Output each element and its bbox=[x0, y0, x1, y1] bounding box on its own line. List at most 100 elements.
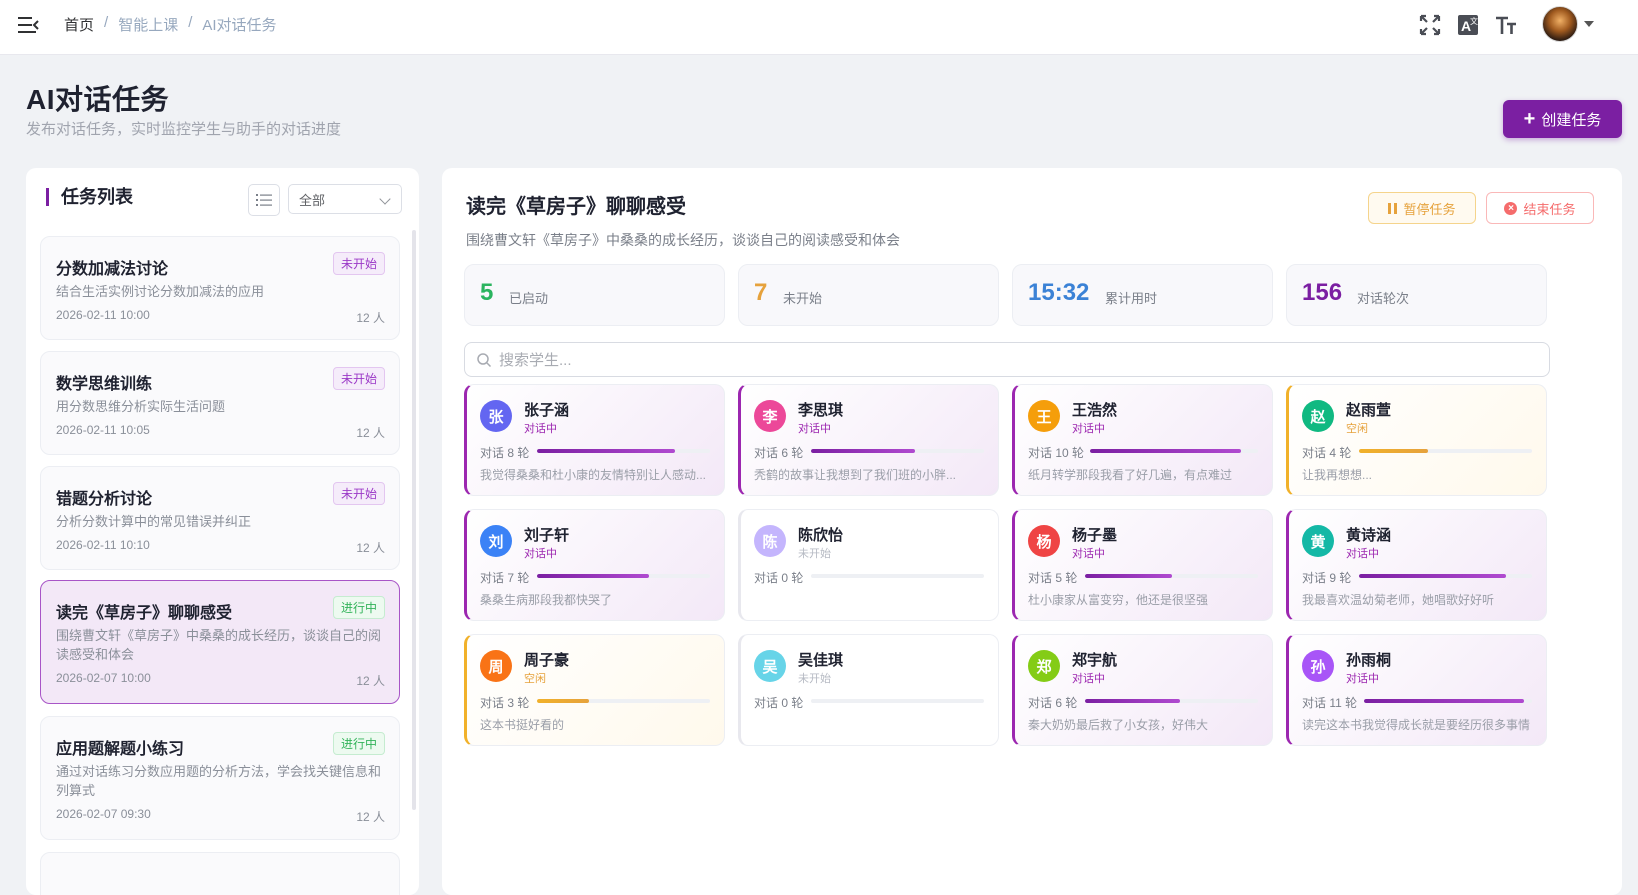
task-card[interactable]: 应用题解题小练习 进行中 通过对话练习分数应用题的分析方法，学会找关键信息和列算… bbox=[40, 716, 400, 840]
student-status: 对话中 bbox=[1346, 673, 1379, 685]
status-filter-select[interactable]: 全部 bbox=[288, 184, 402, 214]
student-rounds: 对话 5 轮 bbox=[1028, 571, 1078, 585]
student-rounds: 对话 0 轮 bbox=[754, 571, 804, 585]
student-card[interactable]: 张张子涵 对话中 对话 8 轮我觉得桑桑和杜小康的友情特别让人感动... bbox=[464, 384, 725, 496]
task-card[interactable] bbox=[40, 852, 400, 895]
student-avatar: 吴 bbox=[754, 650, 786, 682]
close-circle-icon: × bbox=[1504, 201, 1518, 215]
student-last-message: 我最喜欢温幼菊老师，她唱歌好好听 bbox=[1302, 593, 1495, 607]
student-progress-bar bbox=[1359, 574, 1532, 578]
student-card[interactable]: 刘刘子轩 对话中 对话 7 轮桑桑生病那段我都快哭了 bbox=[464, 509, 725, 621]
student-avatar: 孙 bbox=[1302, 650, 1334, 682]
font-size-icon[interactable] bbox=[1494, 13, 1518, 37]
student-name: 周子豪 bbox=[524, 652, 570, 669]
student-name: 杨子墨 bbox=[1072, 527, 1118, 544]
menu-fold-icon[interactable] bbox=[18, 15, 40, 35]
student-rounds: 对话 6 轮 bbox=[754, 446, 804, 460]
student-avatar: 杨 bbox=[1028, 525, 1060, 557]
student-progress-bar bbox=[1364, 699, 1532, 703]
student-avatar: 陈 bbox=[754, 525, 786, 557]
task-student-count: 12 人 bbox=[356, 674, 385, 688]
student-status: 对话中 bbox=[1072, 423, 1105, 435]
student-search-box[interactable] bbox=[464, 342, 1550, 377]
student-search-input[interactable] bbox=[499, 349, 1539, 371]
student-progress-bar bbox=[1359, 449, 1532, 453]
student-last-message: 秦大奶奶最后救了小女孩，好伟大 bbox=[1028, 718, 1209, 732]
pause-task-button[interactable]: 暂停任务 bbox=[1368, 192, 1476, 224]
student-name: 张子涵 bbox=[524, 402, 570, 419]
student-rounds: 对话 0 轮 bbox=[754, 696, 804, 710]
task-card[interactable]: 分数加减法讨论 未开始 结合生活实例讨论分数加减法的应用 2026-02-11 … bbox=[40, 236, 400, 340]
student-rounds: 对话 3 轮 bbox=[480, 696, 530, 710]
student-progress-bar bbox=[1085, 699, 1258, 703]
stat-value: 15:32 bbox=[1028, 279, 1090, 306]
student-last-message: 桑桑生病那段我都快哭了 bbox=[480, 593, 613, 607]
student-card[interactable]: 赵赵雨萱 空闲 对话 4 轮让我再想想... bbox=[1286, 384, 1547, 496]
breadcrumb-separator: / bbox=[188, 14, 193, 31]
fullscreen-icon[interactable] bbox=[1418, 13, 1442, 37]
student-progress-fill bbox=[537, 449, 676, 453]
student-status: 未开始 bbox=[798, 548, 831, 560]
student-card[interactable]: 杨杨子墨对话中对话 5 轮杜小康家从富变穷，他还是很坚强 bbox=[1012, 509, 1273, 621]
pause-icon bbox=[1388, 202, 1398, 214]
task-card-active[interactable]: 读完《草房子》聊聊感受 进行中 围绕曹文轩《草房子》中桑桑的成长经历，谈谈自己的… bbox=[40, 580, 400, 704]
student-status: 对话中 bbox=[524, 548, 557, 560]
stat-value: 7 bbox=[754, 279, 768, 306]
end-task-button[interactable]: × 结束任务 bbox=[1486, 192, 1594, 224]
task-date: 2026-02-07 10:00 bbox=[56, 671, 151, 685]
task-card[interactable]: 数学思维训练 未开始 用分数思维分析实际生活问题 2026-02-11 10:0… bbox=[40, 351, 400, 455]
student-card[interactable]: 周周子豪 空闲 对话 3 轮这本书挺好看的 bbox=[464, 634, 725, 746]
plus-icon: + bbox=[1523, 108, 1536, 130]
student-last-message: 杜小康家从富变穷，他还是很坚强 bbox=[1028, 593, 1209, 607]
page-title: AI对话任务 bbox=[26, 84, 170, 115]
student-name: 王浩然 bbox=[1072, 402, 1118, 419]
breadcrumb-section[interactable]: 智能上课 bbox=[118, 14, 178, 35]
task-detail-title: 读完《草房子》聊聊感受 bbox=[466, 196, 686, 218]
breadcrumb-home[interactable]: 首页 bbox=[64, 14, 94, 35]
pause-task-label: 暂停任务 bbox=[1403, 201, 1456, 217]
stat-card-started: 5 已启动 bbox=[464, 264, 725, 326]
student-status: 空闲 bbox=[1346, 423, 1368, 435]
student-card[interactable]: 孙孙雨桐 对话中 对话 11 轮读完这本书我觉得成长就是要经历很多事情 bbox=[1286, 634, 1547, 746]
stat-card-rounds: 156 对话轮次 bbox=[1286, 264, 1547, 326]
task-description: 通过对话练习分数应用题的分析方法，学会找关键信息和列算式 bbox=[56, 764, 382, 798]
student-card[interactable]: 王王浩然 对话中 对话 10 轮纸月转学那段我看了好几遍，有点难过 bbox=[1012, 384, 1273, 496]
student-card[interactable]: 吴吴佳琪 未开始 对话 0 轮 bbox=[738, 634, 999, 746]
task-status-badge: 未开始 bbox=[332, 482, 385, 505]
stat-value: 5 bbox=[480, 279, 494, 306]
student-last-message: 读完这本书我觉得成长就是要经历很多事情 bbox=[1302, 718, 1531, 732]
student-card[interactable]: 李李思琪 对话中 对话 6 轮秃鹤的故事让我想到了我们班的小胖... bbox=[738, 384, 999, 496]
student-last-message: 纸月转学那段我看了好几遍，有点难过 bbox=[1028, 468, 1233, 482]
student-avatar: 郑 bbox=[1028, 650, 1060, 682]
student-progress-fill bbox=[1090, 449, 1242, 453]
student-card[interactable]: 陈陈欣怡 未开始 对话 0 轮 bbox=[738, 509, 999, 621]
user-avatar[interactable] bbox=[1542, 6, 1578, 42]
chevron-down-icon bbox=[379, 193, 391, 205]
task-status-badge: 进行中 bbox=[332, 596, 385, 619]
end-task-label: 结束任务 bbox=[1523, 201, 1576, 217]
student-avatar: 刘 bbox=[480, 525, 512, 557]
student-last-message: 秃鹤的故事让我想到了我们班的小胖... bbox=[754, 468, 957, 482]
student-progress-fill bbox=[811, 449, 915, 453]
student-progress-fill bbox=[1359, 574, 1507, 578]
task-description: 结合生活实例讨论分数加减法的应用 bbox=[56, 284, 265, 299]
translate-icon[interactable]: A 文 bbox=[1456, 13, 1480, 37]
student-name: 吴佳琪 bbox=[798, 652, 844, 669]
task-list-title: 任务列表 bbox=[46, 188, 133, 206]
stat-value: 156 bbox=[1302, 279, 1343, 306]
task-status-badge: 未开始 bbox=[332, 252, 385, 275]
student-status: 对话中 bbox=[798, 423, 831, 435]
task-card[interactable]: 错题分析讨论 未开始 分析分数计算中的常见错误并纠正 2026-02-11 10… bbox=[40, 466, 400, 570]
caret-down-icon[interactable] bbox=[1584, 21, 1594, 27]
student-avatar: 张 bbox=[480, 400, 512, 432]
student-card[interactable]: 黄黄诗涵 对话中 对话 9 轮我最喜欢温幼菊老师，她唱歌好好听 bbox=[1286, 509, 1547, 621]
student-card[interactable]: 郑郑宇航 对话中 对话 6 轮秦大奶奶最后救了小女孩，好伟大 bbox=[1012, 634, 1273, 746]
student-rounds: 对话 6 轮 bbox=[1028, 696, 1078, 710]
student-status: 对话中 bbox=[1072, 548, 1105, 560]
list-view-button[interactable] bbox=[248, 184, 280, 216]
page-subtitle: 发布对话任务，实时监控学生与助手的对话进度 bbox=[26, 121, 342, 138]
scrollbar[interactable] bbox=[412, 230, 416, 810]
student-progress-fill bbox=[1364, 699, 1524, 703]
student-progress-fill bbox=[537, 574, 650, 578]
create-task-button[interactable]: + 创建任务 bbox=[1503, 100, 1622, 138]
